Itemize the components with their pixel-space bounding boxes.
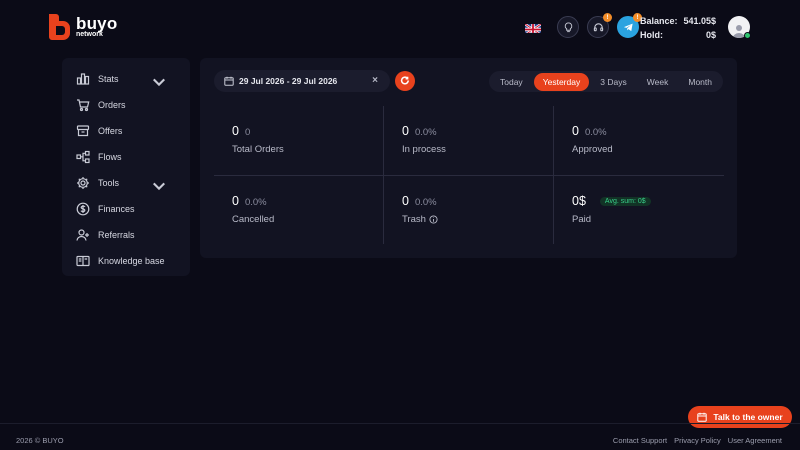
stat-paid: 0$ Avg. sum: 0$ Paid — [554, 176, 724, 245]
stat-label: Cancelled — [232, 214, 275, 225]
gear-icon — [77, 177, 89, 189]
sidebar: Stats Orders Offers Flows Tools Finances… — [62, 58, 190, 276]
sidebar-item-orders[interactable]: Orders — [62, 92, 190, 118]
online-status-dot — [744, 32, 751, 39]
date-range-picker[interactable]: 29 Jul 2026 - 29 Jul 2026 × — [214, 70, 390, 92]
copyright: 2026 © BUYO — [16, 436, 64, 445]
stat-value: 0 — [402, 124, 409, 138]
lightbulb-icon — [564, 21, 572, 32]
stat-extra: 0.0% — [414, 127, 437, 138]
chevron-down-icon[interactable] — [152, 179, 166, 193]
stat-value: 0 — [232, 124, 239, 138]
stat-trash: 0 0.0% Trash — [384, 176, 554, 245]
brand-name: buyo — [76, 13, 118, 33]
stats-panel: 29 Jul 2026 - 29 Jul 2026 × Today Yester… — [200, 58, 737, 258]
sidebar-item-label: Flows — [98, 152, 122, 162]
stat-value: 0 — [402, 194, 409, 208]
stat-label: Total Orders — [232, 144, 284, 155]
support-button[interactable]: ! — [587, 13, 612, 38]
range-3-days[interactable]: 3 Days — [591, 73, 635, 91]
sidebar-item-label: Referrals — [98, 230, 135, 240]
privacy-policy-link[interactable]: Privacy Policy — [674, 436, 721, 445]
cart-icon — [77, 99, 90, 112]
user-agreement-link[interactable]: User Agreement — [728, 436, 782, 445]
book-icon — [76, 255, 90, 267]
stat-total-orders: 00 Total Orders — [214, 106, 384, 175]
calendar-chat-icon — [697, 412, 708, 422]
sidebar-item-stats[interactable]: Stats — [62, 66, 190, 92]
stat-value: 0$ — [572, 194, 586, 208]
clear-date-icon[interactable]: × — [372, 75, 378, 86]
sidebar-item-label: Stats — [98, 74, 119, 84]
refresh-icon — [400, 76, 409, 85]
sidebar-item-referrals[interactable]: Referrals — [62, 222, 190, 248]
sidebar-item-tools[interactable]: Tools — [62, 170, 190, 196]
sidebar-item-offers[interactable]: Offers — [62, 118, 190, 144]
stat-label: Paid — [572, 214, 592, 225]
sidebar-item-label: Knowledge base — [98, 256, 165, 266]
stat-value: 0 — [572, 124, 579, 138]
footer-links: Contact Support Privacy Policy User Agre… — [613, 436, 782, 445]
support-badge: ! — [603, 13, 612, 22]
sidebar-item-label: Offers — [98, 126, 123, 136]
user-add-icon — [76, 229, 89, 241]
flow-icon — [76, 150, 90, 164]
telegram-button[interactable]: ! — [617, 13, 642, 38]
period-selector: Today Yesterday 3 Days Week Month — [489, 71, 723, 92]
date-range-text: 29 Jul 2026 - 29 Jul 2026 — [239, 76, 338, 86]
contact-support-link[interactable]: Contact Support — [613, 436, 667, 445]
hold-label: Hold: — [640, 30, 663, 40]
footer-divider — [0, 423, 800, 424]
buyo-logo-icon — [49, 14, 70, 40]
sidebar-item-flows[interactable]: Flows — [62, 144, 190, 170]
range-yesterday[interactable]: Yesterday — [533, 72, 590, 91]
range-week[interactable]: Week — [638, 73, 678, 91]
balance-label: Balance: — [640, 16, 678, 26]
talk-to-owner-label: Talk to the owner — [713, 412, 783, 422]
stat-cancelled: 0 0.0% Cancelled — [214, 176, 384, 245]
brand-logo[interactable]: buyo network — [46, 12, 117, 40]
box-icon — [76, 125, 90, 137]
ideas-button[interactable] — [557, 16, 579, 38]
stat-in-process: 0 0.0% In process — [384, 106, 554, 175]
refresh-button[interactable] — [395, 71, 415, 91]
sidebar-item-label: Tools — [98, 178, 120, 188]
info-icon[interactable] — [429, 215, 438, 224]
bar-chart-icon — [76, 73, 90, 85]
stat-extra: 0.0% — [244, 197, 267, 208]
chevron-down-icon[interactable] — [152, 75, 166, 89]
uk-flag-icon[interactable] — [525, 22, 541, 33]
sidebar-item-label: Orders — [98, 100, 126, 110]
stat-value: 0 — [232, 194, 239, 208]
stat-extra: 0.0% — [584, 127, 607, 138]
stat-label: Trash — [402, 214, 426, 225]
talk-to-owner-button[interactable]: Talk to the owner — [688, 406, 792, 428]
balance-panel: Balance: 541.05$ Hold: 0$ — [640, 14, 716, 42]
calendar-icon — [224, 76, 234, 86]
stats-grid: 00 Total Orders 0 0.0% In process 0 0.0% A… — [214, 106, 724, 244]
hold-value: 0$ — [705, 30, 716, 40]
stat-label: Approved — [572, 144, 613, 155]
avg-sum-badge: Avg. sum: 0$ — [599, 197, 651, 206]
headset-icon — [593, 22, 603, 31]
sidebar-item-knowledge-base[interactable]: Knowledge base — [62, 248, 190, 274]
dollar-icon — [76, 202, 90, 216]
balance-value: 541.05$ — [683, 16, 716, 26]
sidebar-item-label: Finances — [98, 204, 135, 214]
range-today[interactable]: Today — [491, 73, 532, 91]
telegram-icon — [623, 23, 633, 31]
stat-label: In process — [402, 144, 446, 155]
stat-extra: 0 — [244, 127, 251, 138]
range-month[interactable]: Month — [679, 73, 721, 91]
stat-approved: 0 0.0% Approved — [554, 106, 724, 175]
sidebar-item-finances[interactable]: Finances — [62, 196, 190, 222]
stat-extra: 0.0% — [414, 197, 437, 208]
